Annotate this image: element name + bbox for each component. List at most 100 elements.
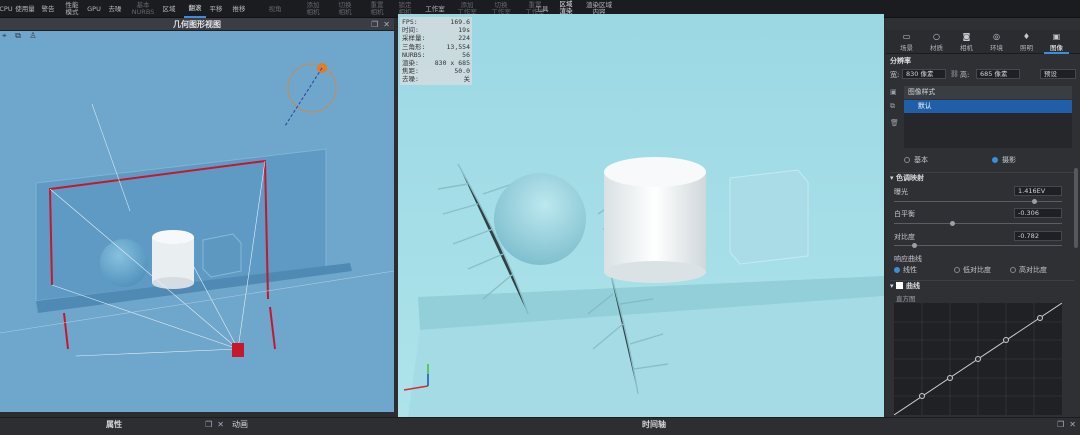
- stat-value: 关: [463, 75, 471, 84]
- material-icon: ○: [933, 32, 940, 41]
- cube-render: [729, 169, 809, 265]
- whitepoint-slider[interactable]: [894, 223, 1062, 224]
- stat-key: 三角形:: [402, 42, 426, 51]
- contrast-label: 对比度: [894, 233, 915, 241]
- stat-key: FPS:: [402, 18, 418, 26]
- tab-material[interactable]: ○ 材质: [924, 32, 949, 54]
- toolbar-item[interactable]: 使用量: [13, 0, 37, 18]
- photo-mode-label: 摄影: [1002, 156, 1016, 164]
- height-label: 高:: [960, 71, 970, 79]
- stat-row: FPS: 169.6: [402, 18, 470, 26]
- exposure-slider-knob[interactable]: [1032, 199, 1037, 204]
- toolbar-item[interactable]: GPU: [86, 0, 102, 18]
- stat-value: 56: [462, 50, 470, 59]
- height-field[interactable]: 685 像素: [976, 69, 1020, 79]
- duplicate-icon[interactable]: ⧉: [890, 102, 895, 111]
- float-icon[interactable]: ❐: [1057, 420, 1064, 429]
- animation-panel-header: 动画 时间轴 ❐ ✕: [228, 417, 1080, 435]
- curve-section[interactable]: ▾ 曲线: [890, 280, 1074, 291]
- lighting-icon: ♦: [1022, 32, 1031, 41]
- toolbar-item[interactable]: 添加 相机: [300, 0, 326, 18]
- tab-lighting[interactable]: ♦ 照明: [1014, 32, 1039, 54]
- style-item-default[interactable]: 默认: [904, 100, 1072, 113]
- basic-mode-radio[interactable]: [904, 157, 910, 163]
- tab-label: 照明: [1020, 44, 1033, 52]
- contrast-field[interactable]: -0.782: [1014, 231, 1062, 241]
- stat-value: 224: [458, 34, 470, 43]
- curve-point: [919, 393, 925, 399]
- tab-camera[interactable]: ◙ 相机: [954, 32, 979, 54]
- stat-row: 三角形: 13,554: [402, 43, 470, 51]
- toolbar-item[interactable]: 去噪: [104, 0, 126, 18]
- tab-environment[interactable]: ◎ 环境: [984, 32, 1009, 54]
- curve-high-label: 高对比度: [1019, 266, 1047, 274]
- basic-mode-label: 基本: [914, 156, 928, 164]
- viewport-tools: ⌖ ⧉ ♙: [0, 31, 394, 45]
- geometry-view-title: 几何图形视图: [173, 20, 221, 29]
- curve-checkbox[interactable]: [895, 282, 903, 289]
- width-field[interactable]: 830 像素: [902, 69, 946, 79]
- contrast-slider-knob[interactable]: [912, 243, 917, 248]
- stat-key: NURBS:: [402, 50, 426, 59]
- toolbar-item[interactable]: 视角: [262, 0, 288, 18]
- camera-object: [232, 343, 244, 357]
- contrast-slider[interactable]: [894, 245, 1062, 246]
- toolbar-item[interactable]: 推移: [229, 0, 249, 18]
- toolbar-item[interactable]: 基本 NURBS: [129, 0, 157, 18]
- close-icon[interactable]: ✕: [217, 420, 224, 429]
- copy-icon[interactable]: ⧉: [15, 31, 21, 40]
- toolbar-item[interactable]: 翻滚: [184, 0, 206, 18]
- tone-mapping-section[interactable]: ▾ 色调映射: [890, 172, 1074, 183]
- toolbar-item[interactable]: 平移: [207, 0, 225, 18]
- whitepoint-label: 白平衡: [894, 210, 915, 218]
- close-icon[interactable]: ✕: [383, 20, 390, 29]
- stat-key: 渲染:: [402, 59, 419, 68]
- preset-dropdown[interactable]: 预设: [1040, 69, 1076, 79]
- exposure-field[interactable]: 1.416EV: [1014, 186, 1062, 196]
- whitepoint-field[interactable]: -0.306: [1014, 208, 1062, 218]
- float-icon[interactable]: ❐: [371, 20, 378, 29]
- curve-low-radio[interactable]: [954, 267, 960, 273]
- curve-high-radio[interactable]: [1010, 267, 1016, 273]
- stat-row: 渲染: 830 x 685: [402, 59, 470, 67]
- tab-label: 相机: [960, 44, 973, 52]
- person-icon[interactable]: ♙: [29, 31, 36, 40]
- environment-icon: ◎: [993, 32, 1000, 41]
- stat-row: NURBS: 56: [402, 51, 470, 59]
- whitepoint-slider-knob[interactable]: [950, 221, 955, 226]
- curve-linear-radio[interactable]: [894, 267, 900, 273]
- delete-icon[interactable]: 🗑: [890, 119, 899, 127]
- tab-label: 图像: [1050, 44, 1063, 52]
- image-icon[interactable]: ▣: [890, 88, 897, 96]
- tab-scene[interactable]: ▭ 场景: [894, 32, 919, 54]
- toolbar-item[interactable]: 性能 模式: [58, 0, 86, 18]
- histogram-label: 直方图: [896, 295, 916, 303]
- image-styles-header: 图像样式: [904, 86, 1072, 99]
- panel-scrollbar[interactable]: [1074, 168, 1078, 248]
- tab-image[interactable]: ▣ 图像: [1044, 32, 1069, 54]
- float-icon[interactable]: ❐: [205, 420, 212, 429]
- geometry-viewport[interactable]: [0, 31, 394, 412]
- camera-icon: ◙: [962, 32, 971, 41]
- frame-icon[interactable]: ⌖: [2, 31, 7, 40]
- stat-value: 13,554: [446, 42, 470, 51]
- stat-value: 830 x 685: [434, 59, 470, 68]
- panel-tabs: ▭ 场景 ○ 材质 ◙ 相机 ◎ 环境 ♦ 照明 ▣ 图像: [886, 30, 1080, 54]
- toolbar-item[interactable]: 区域: [159, 0, 179, 18]
- close-icon[interactable]: ✕: [1069, 420, 1076, 429]
- resolution-label: 分辨率: [890, 57, 911, 65]
- tab-label: 环境: [990, 44, 1003, 52]
- toolbar-item[interactable]: 切换 相机: [332, 0, 358, 18]
- stat-value: 19s: [458, 26, 470, 35]
- photo-mode-radio[interactable]: [992, 157, 998, 163]
- sphere-object: [100, 239, 148, 287]
- properties-panel-header: 属性 ❐ ✕: [0, 417, 228, 435]
- toolbar-item[interactable]: 重置 相机: [364, 0, 390, 18]
- stat-value: 169.6: [450, 18, 470, 26]
- link-icon[interactable]: ⛓: [950, 70, 959, 78]
- curve-editor[interactable]: [894, 303, 1062, 415]
- render-stats: FPS: 169.6 时间: 19s 采样量: 224 三角形: 13,554 NURBS: 56…: [400, 17, 472, 85]
- image-icon: ▣: [1052, 32, 1061, 41]
- toolbar-item[interactable]: CPU: [0, 0, 13, 18]
- toolbar-item[interactable]: 警告: [39, 0, 57, 18]
